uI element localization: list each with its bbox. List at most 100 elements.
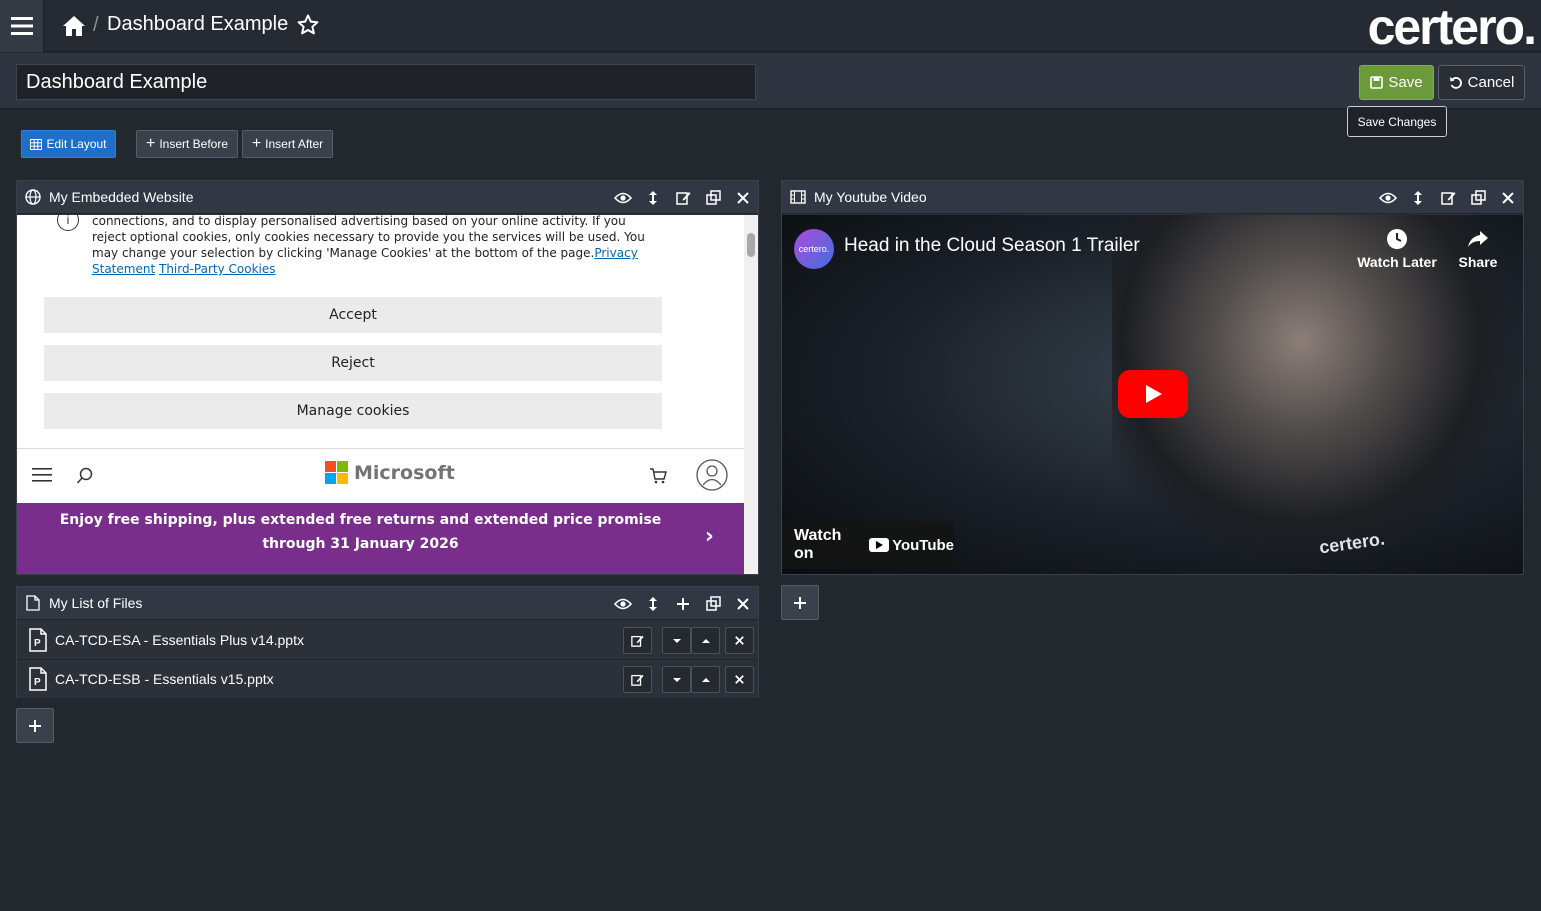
panel-header: My Embedded Website bbox=[17, 181, 758, 214]
reject-button[interactable]: Reject bbox=[44, 345, 662, 381]
close-icon bbox=[735, 636, 744, 645]
star-icon[interactable] bbox=[296, 13, 320, 37]
grid-icon bbox=[30, 138, 43, 150]
breadcrumb-separator: / bbox=[93, 14, 99, 36]
microsoft-wordmark: Microsoft bbox=[354, 461, 455, 484]
edit-icon bbox=[631, 674, 644, 686]
plus-icon: + bbox=[145, 135, 156, 152]
share-label: Share bbox=[1458, 254, 1498, 270]
youtube-player[interactable]: certero. Head in the Cloud Season 1 Trai… bbox=[782, 215, 1523, 574]
panel-header: My Youtube Video bbox=[782, 181, 1523, 214]
menu-icon[interactable] bbox=[32, 468, 52, 482]
insert-after-button[interactable]: + Insert After bbox=[242, 130, 333, 158]
accept-button[interactable]: Accept bbox=[44, 297, 662, 333]
video-title[interactable]: Head in the Cloud Season 1 Trailer bbox=[844, 235, 1140, 257]
cart-icon[interactable] bbox=[649, 467, 667, 485]
cancel-label: Cancel bbox=[1467, 74, 1515, 91]
scrollbar[interactable] bbox=[744, 215, 758, 574]
resize-icon[interactable] bbox=[1409, 189, 1427, 207]
pptx-icon: P bbox=[29, 667, 47, 691]
move-down-button[interactable] bbox=[662, 627, 691, 654]
eye-icon[interactable] bbox=[614, 595, 632, 613]
cookie-text: connections, and to display personalised… bbox=[92, 215, 645, 260]
globe-icon bbox=[25, 189, 41, 205]
share-button[interactable]: Share bbox=[1438, 227, 1518, 270]
youtube-play-icon bbox=[869, 538, 890, 552]
svg-text:P: P bbox=[34, 638, 41, 649]
file-name[interactable]: CA-TCD-ESA - Essentials Plus v14.pptx bbox=[55, 632, 304, 648]
panel-title: My List of Files bbox=[49, 595, 143, 611]
move-up-button[interactable] bbox=[691, 666, 720, 693]
move-up-button[interactable] bbox=[691, 627, 720, 654]
film-icon bbox=[790, 189, 806, 205]
copy-icon[interactable] bbox=[1469, 189, 1487, 207]
close-icon[interactable] bbox=[734, 189, 752, 207]
watch-later-label: Watch Later bbox=[1357, 254, 1437, 270]
promo-text: Enjoy free shipping, plus extended free … bbox=[59, 512, 662, 552]
list-item[interactable]: P CA-TCD-ESB - Essentials v15.pptx bbox=[17, 660, 758, 699]
panel-title: My Embedded Website bbox=[49, 189, 194, 205]
chevron-down-icon bbox=[672, 677, 681, 682]
insert-before-label: Insert Before bbox=[159, 137, 229, 151]
insert-after-label: Insert After bbox=[265, 137, 324, 151]
watch-on-label: Watch on bbox=[794, 527, 842, 562]
promo-banner[interactable]: Enjoy free shipping, plus extended free … bbox=[17, 503, 744, 574]
watch-later-button[interactable]: Watch Later bbox=[1357, 227, 1437, 270]
file-icon bbox=[25, 595, 41, 611]
edit-file-button[interactable] bbox=[623, 627, 652, 654]
embedded-website-content[interactable]: i connections, and to display personalis… bbox=[17, 215, 744, 574]
edit-icon[interactable] bbox=[674, 189, 692, 207]
insert-before-button[interactable]: + Insert Before bbox=[136, 130, 238, 158]
move-down-button[interactable] bbox=[662, 666, 691, 693]
close-icon[interactable] bbox=[734, 595, 752, 613]
third-party-link[interactable]: Third-Party Cookies bbox=[159, 262, 276, 276]
chevron-down-icon bbox=[672, 638, 681, 643]
save-icon bbox=[1370, 76, 1384, 89]
save-button[interactable]: Save bbox=[1359, 65, 1434, 100]
microsoft-logo[interactable]: Microsoft bbox=[325, 461, 455, 484]
resize-icon[interactable] bbox=[644, 189, 662, 207]
eye-icon[interactable] bbox=[1379, 189, 1397, 207]
top-bar: / Dashboard Example certero. bbox=[0, 0, 1541, 55]
menu-button[interactable] bbox=[0, 0, 44, 52]
menu-icon bbox=[10, 17, 33, 35]
channel-avatar[interactable]: certero. bbox=[794, 229, 834, 269]
scroll-thumb[interactable] bbox=[747, 233, 755, 257]
edit-file-button[interactable] bbox=[623, 666, 652, 693]
remove-file-button[interactable] bbox=[725, 627, 754, 654]
copy-icon[interactable] bbox=[704, 189, 722, 207]
account-icon[interactable] bbox=[696, 459, 728, 491]
edit-layout-label: Edit Layout bbox=[46, 137, 107, 151]
youtube-logo: YouTube bbox=[869, 537, 954, 554]
eye-icon[interactable] bbox=[614, 189, 632, 207]
microsoft-nav: Microsoft bbox=[17, 448, 744, 503]
copy-icon[interactable] bbox=[704, 595, 722, 613]
watch-on-youtube-button[interactable]: Watch on YouTube bbox=[782, 521, 954, 569]
edit-layout-button[interactable]: Edit Layout bbox=[21, 130, 116, 158]
home-icon[interactable] bbox=[61, 13, 87, 39]
youtube-wordmark: YouTube bbox=[892, 536, 954, 554]
microsoft-logo-icon bbox=[325, 461, 348, 484]
close-icon bbox=[735, 675, 744, 684]
manage-cookies-button[interactable]: Manage cookies bbox=[44, 393, 662, 429]
plus-icon[interactable] bbox=[674, 595, 692, 613]
add-widget-button[interactable] bbox=[781, 585, 819, 620]
remove-file-button[interactable] bbox=[725, 666, 754, 693]
title-row: Save Cancel bbox=[0, 53, 1541, 109]
search-icon[interactable] bbox=[76, 467, 94, 485]
clock-icon bbox=[1387, 229, 1407, 249]
add-widget-button[interactable] bbox=[16, 708, 54, 743]
embedded-website-panel: My Embedded Website i connections, and t… bbox=[16, 180, 759, 575]
close-icon[interactable] bbox=[1499, 189, 1517, 207]
file-name[interactable]: CA-TCD-ESB - Essentials v15.pptx bbox=[55, 671, 274, 687]
save-label: Save bbox=[1388, 74, 1423, 91]
list-item[interactable]: P CA-TCD-ESA - Essentials Plus v14.pptx bbox=[17, 621, 758, 660]
cookie-notice: connections, and to display personalised… bbox=[92, 215, 662, 277]
play-icon bbox=[1146, 385, 1162, 403]
resize-icon[interactable] bbox=[644, 595, 662, 613]
cancel-button[interactable]: Cancel bbox=[1438, 65, 1525, 100]
play-button[interactable] bbox=[1118, 370, 1188, 418]
dashboard-name-input[interactable] bbox=[16, 64, 756, 100]
edit-icon[interactable] bbox=[1439, 189, 1457, 207]
chevron-up-icon bbox=[701, 638, 710, 643]
